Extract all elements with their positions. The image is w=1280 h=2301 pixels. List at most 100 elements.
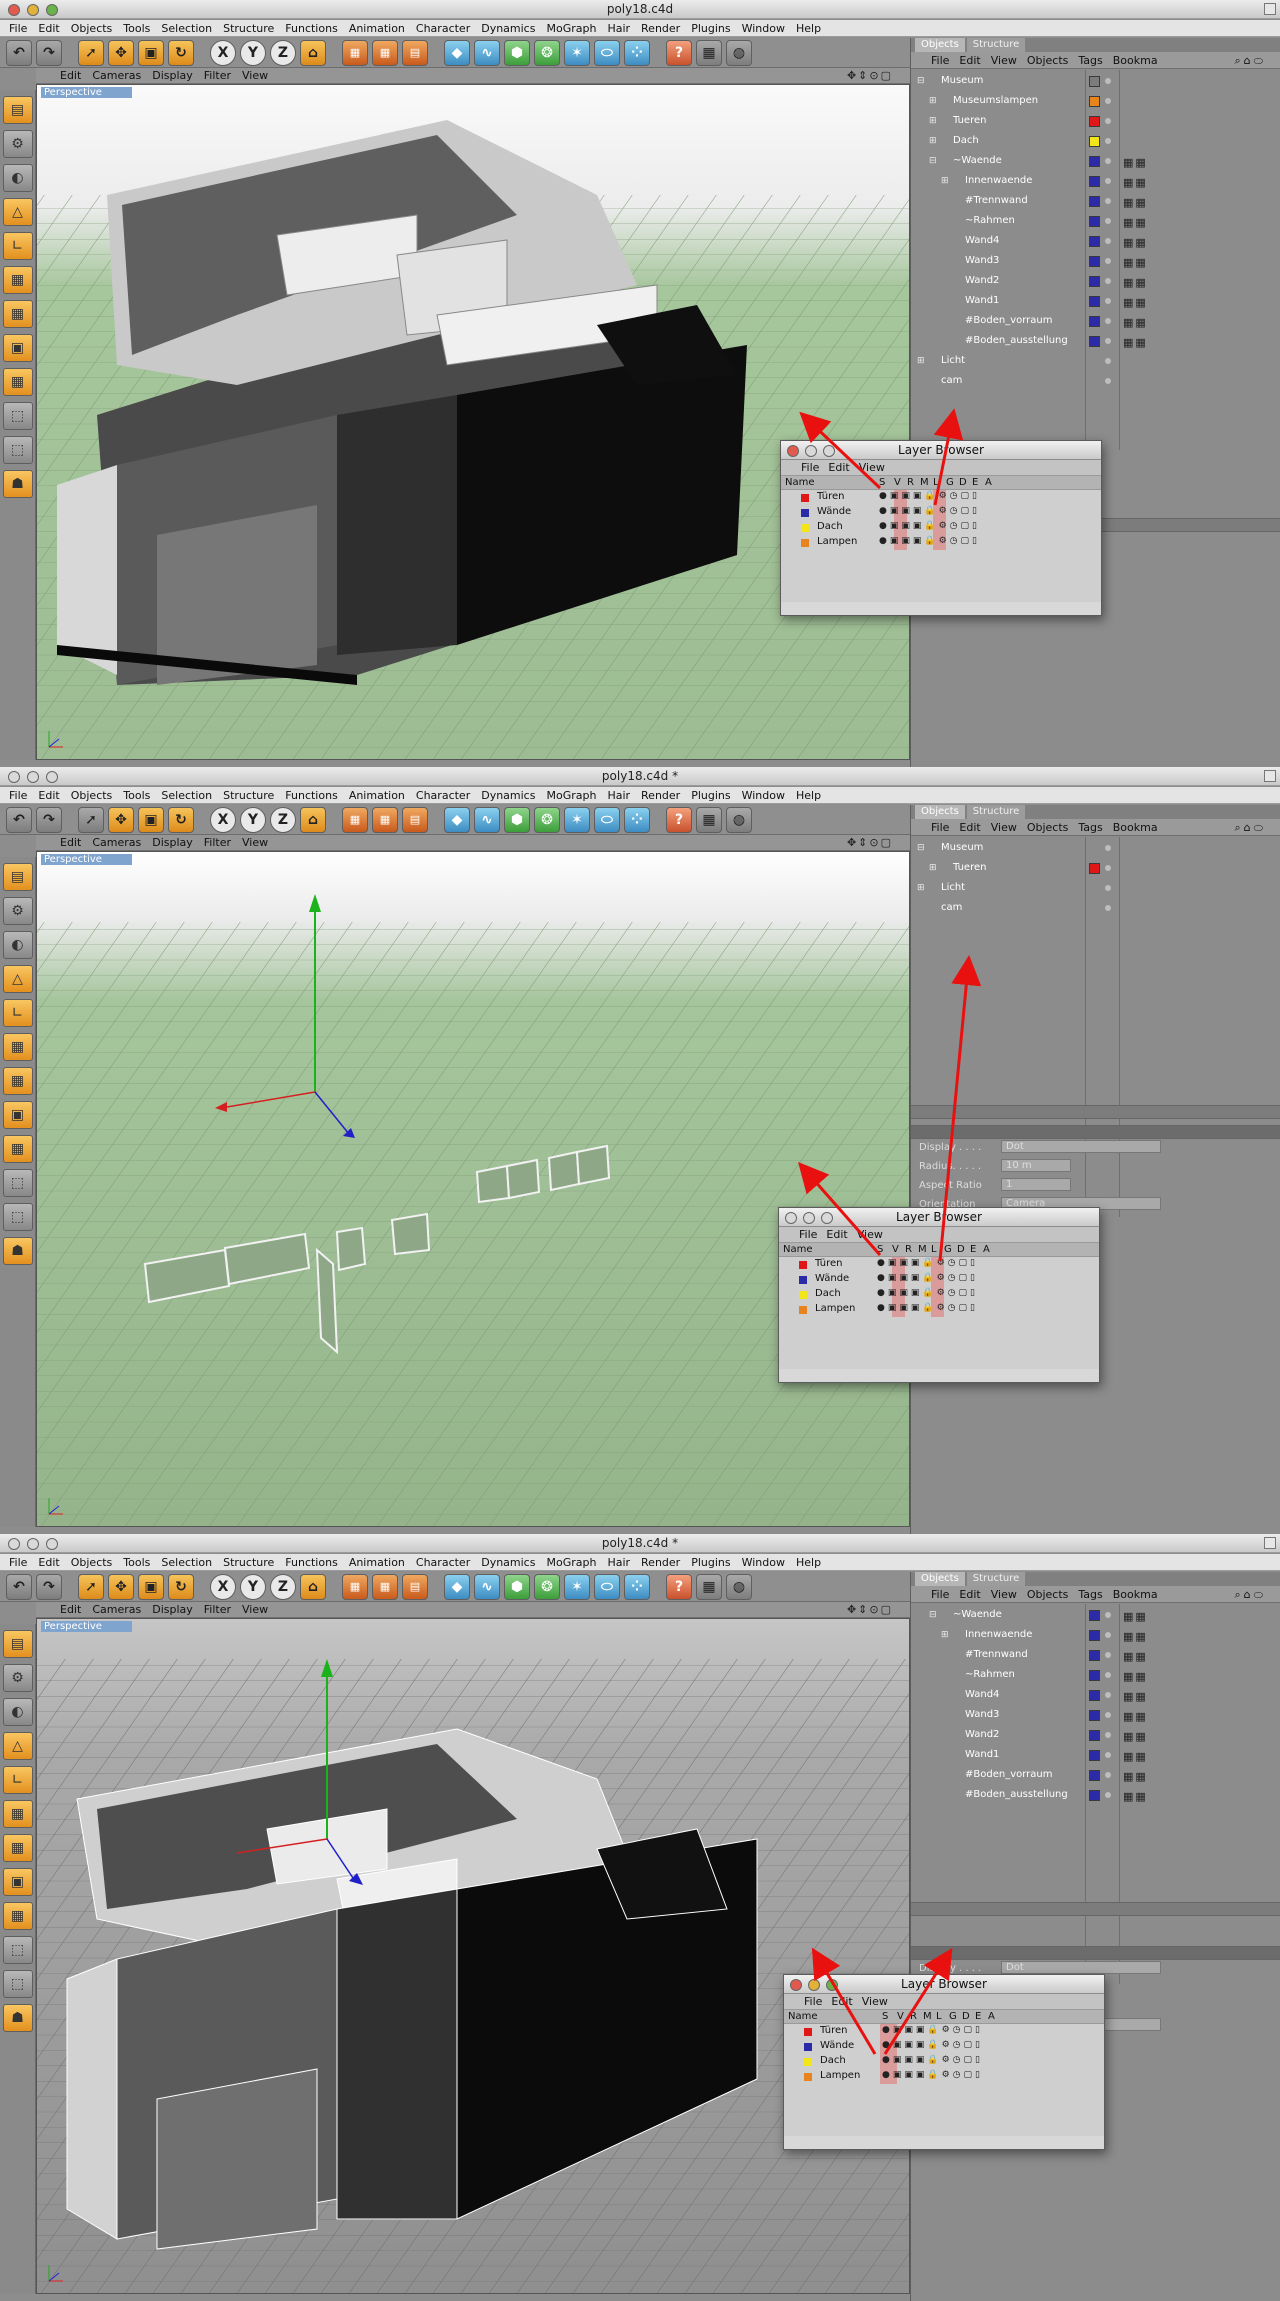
lb-column-l[interactable]: L xyxy=(933,477,939,488)
layer-color-swatch[interactable] xyxy=(1089,76,1100,87)
menu-selection[interactable]: Selection xyxy=(158,1554,220,1570)
visibility-dot-icon[interactable] xyxy=(1105,278,1111,284)
layer-color-swatch[interactable] xyxy=(1089,136,1100,147)
redo-icon[interactable]: ↷ xyxy=(36,806,62,833)
uv-points-tool-icon[interactable]: ▦ xyxy=(2,300,33,328)
object-tree-row[interactable]: Wand1 ▦▦ xyxy=(911,1747,1280,1763)
z-axis-lock-button[interactable]: Z xyxy=(270,806,296,833)
object-tree-row[interactable]: Wand2 ▦▦ xyxy=(911,1727,1280,1743)
object-tree-row[interactable]: ⊞ Museumslampen xyxy=(911,93,1280,109)
om-menu-view[interactable]: View xyxy=(989,819,1025,835)
om-menu-edit[interactable]: Edit xyxy=(957,819,988,835)
om-menu-tags[interactable]: Tags xyxy=(1076,1586,1110,1602)
lb-minimize-button[interactable] xyxy=(808,1979,820,1991)
layer-color-swatch[interactable] xyxy=(1089,1670,1100,1681)
lb-column-v[interactable]: V xyxy=(892,1244,899,1255)
visibility-dot-icon[interactable] xyxy=(1105,338,1111,344)
lb-column-s[interactable]: S xyxy=(882,2011,888,2022)
undo-icon[interactable]: ↶ xyxy=(6,1573,32,1600)
layer-color-swatch[interactable] xyxy=(799,1291,807,1299)
lb-layer-row[interactable]: Wände ●▣▣▣🔒⚙◷▢▯ xyxy=(784,2039,1104,2054)
menu-help[interactable]: Help xyxy=(793,1554,829,1570)
deformer-icon[interactable]: ✶ xyxy=(564,1573,590,1600)
layer-name[interactable]: Dach xyxy=(815,1288,841,1299)
snap-tool-icon[interactable]: ▦ xyxy=(2,368,33,396)
lb-layer-row[interactable]: Wände ●▣▣▣🔒⚙◷▢▯ xyxy=(781,505,1101,520)
array-icon[interactable]: ❂ xyxy=(534,1573,560,1600)
points-tool-icon[interactable]: △ xyxy=(2,965,33,993)
layer-name[interactable]: Lampen xyxy=(817,536,857,547)
lb-column-e[interactable]: E xyxy=(970,1244,976,1255)
visibility-dot-icon[interactable] xyxy=(1105,1712,1111,1718)
search-icon[interactable]: ⌕⌂⬭ xyxy=(1232,819,1274,836)
object-tree-row[interactable]: ⊞ Innenwaende ▦▦ xyxy=(911,173,1280,189)
expand-icon[interactable]: ⊞ xyxy=(941,173,949,189)
object-tree-row[interactable]: Wand1 ▦▦ xyxy=(911,293,1280,309)
menu-dynamics[interactable]: Dynamics xyxy=(478,787,543,803)
om-menu-file[interactable]: File xyxy=(929,1586,957,1602)
lb-column-m[interactable]: M xyxy=(918,1244,927,1255)
layer-color-swatch[interactable] xyxy=(801,494,809,502)
workplane-icon[interactable]: ⬚ xyxy=(2,1936,33,1964)
scene-icon[interactable]: ⬭ xyxy=(594,39,620,66)
object-tree-row[interactable]: #Boden_ausstellung ▦▦ xyxy=(911,1787,1280,1803)
polygons-tool-icon[interactable]: ▦ xyxy=(2,1800,33,1828)
viewport-menu-display[interactable]: Display xyxy=(150,1602,202,1617)
aspect-ratio-field[interactable]: 1 xyxy=(1001,1178,1071,1191)
menu-mograph[interactable]: MoGraph xyxy=(543,787,604,803)
object-name[interactable]: Wand2 xyxy=(965,1727,999,1743)
viewport-menu-display[interactable]: Display xyxy=(150,835,202,850)
object-tree-row[interactable]: cam xyxy=(911,900,1280,916)
lb-menu-view[interactable]: View xyxy=(857,460,892,475)
lb-column-l[interactable]: L xyxy=(936,2011,942,2022)
om-menu-objects[interactable]: Objects xyxy=(1025,1586,1077,1602)
visibility-dot-icon[interactable] xyxy=(1105,378,1111,384)
visibility-dot-icon[interactable] xyxy=(1105,98,1111,104)
material-tag-icon[interactable]: ▦▦ xyxy=(1123,155,1148,171)
use-texture-tool-icon[interactable]: ◐ xyxy=(2,164,33,192)
om-menu-edit[interactable]: Edit xyxy=(957,52,988,68)
array-icon[interactable]: ❂ xyxy=(534,39,560,66)
menu-animation[interactable]: Animation xyxy=(346,787,413,803)
use-model-tool-icon[interactable]: ▤ xyxy=(2,96,33,124)
spline-icon[interactable]: ∿ xyxy=(474,39,500,66)
object-name[interactable]: ~Rahmen xyxy=(965,213,1015,229)
object-tree-row[interactable]: Wand2 ▦▦ xyxy=(911,273,1280,289)
layer-toggle-icons[interactable]: ●▣▣▣🔒⚙◷▢▯ xyxy=(877,1258,978,1268)
layer-color-swatch[interactable] xyxy=(1089,336,1100,347)
visibility-dot-icon[interactable] xyxy=(1105,78,1111,84)
select-tool-icon[interactable]: ➚ xyxy=(78,1573,104,1600)
object-tree-row[interactable]: ⊟ Museum xyxy=(911,73,1280,89)
lb-zoom-button[interactable] xyxy=(821,1212,833,1224)
tab-structure[interactable]: Structure xyxy=(966,1572,1026,1586)
lb-minimize-button[interactable] xyxy=(805,445,817,457)
object-name[interactable]: Tueren xyxy=(953,113,986,129)
help-icon[interactable]: ? xyxy=(666,39,692,66)
zoom-button[interactable] xyxy=(46,4,58,16)
menu-hair[interactable]: Hair xyxy=(604,20,638,36)
object-name[interactable]: #Trennwand xyxy=(965,1647,1028,1663)
lb-layer-row[interactable]: Türen ●▣▣▣🔒⚙◷▢▯ xyxy=(784,2024,1104,2039)
lb-column-g[interactable]: G xyxy=(946,477,954,488)
deformer-icon[interactable]: ✶ xyxy=(564,39,590,66)
material-tag-icon[interactable]: ▦▦ xyxy=(1123,1709,1148,1725)
nurbs-icon[interactable]: ⬢ xyxy=(504,806,530,833)
om-menu-objects[interactable]: Objects xyxy=(1025,819,1077,835)
z-axis-lock-button[interactable]: Z xyxy=(270,39,296,66)
lb-column-g[interactable]: G xyxy=(944,1244,952,1255)
layer-toggle-icons[interactable]: ●▣▣▣🔒⚙◷▢▯ xyxy=(882,2070,983,2080)
visibility-dot-icon[interactable] xyxy=(1105,218,1111,224)
menu-selection[interactable]: Selection xyxy=(158,787,220,803)
layer-name[interactable]: Lampen xyxy=(820,2070,860,2081)
object-tree-row[interactable]: #Boden_ausstellung ▦▦ xyxy=(911,333,1280,349)
material-tag-icon[interactable]: ▦▦ xyxy=(1123,1649,1148,1665)
object-name[interactable]: #Boden_vorraum xyxy=(965,1767,1053,1783)
lb-menu-edit[interactable]: Edit xyxy=(826,460,856,475)
material-tag-icon[interactable]: ▦▦ xyxy=(1123,315,1148,331)
layer-color-swatch[interactable] xyxy=(1089,1790,1100,1801)
object-name[interactable]: #Boden_ausstellung xyxy=(965,1787,1068,1803)
material-tag-icon[interactable]: ▦▦ xyxy=(1123,1669,1148,1685)
3d-viewport[interactable]: Perspective xyxy=(36,851,910,1527)
layout-table-icon[interactable]: ▦ xyxy=(696,1573,722,1600)
layer-toggle-icons[interactable]: ●▣▣▣🔒⚙◷▢▯ xyxy=(879,506,980,516)
